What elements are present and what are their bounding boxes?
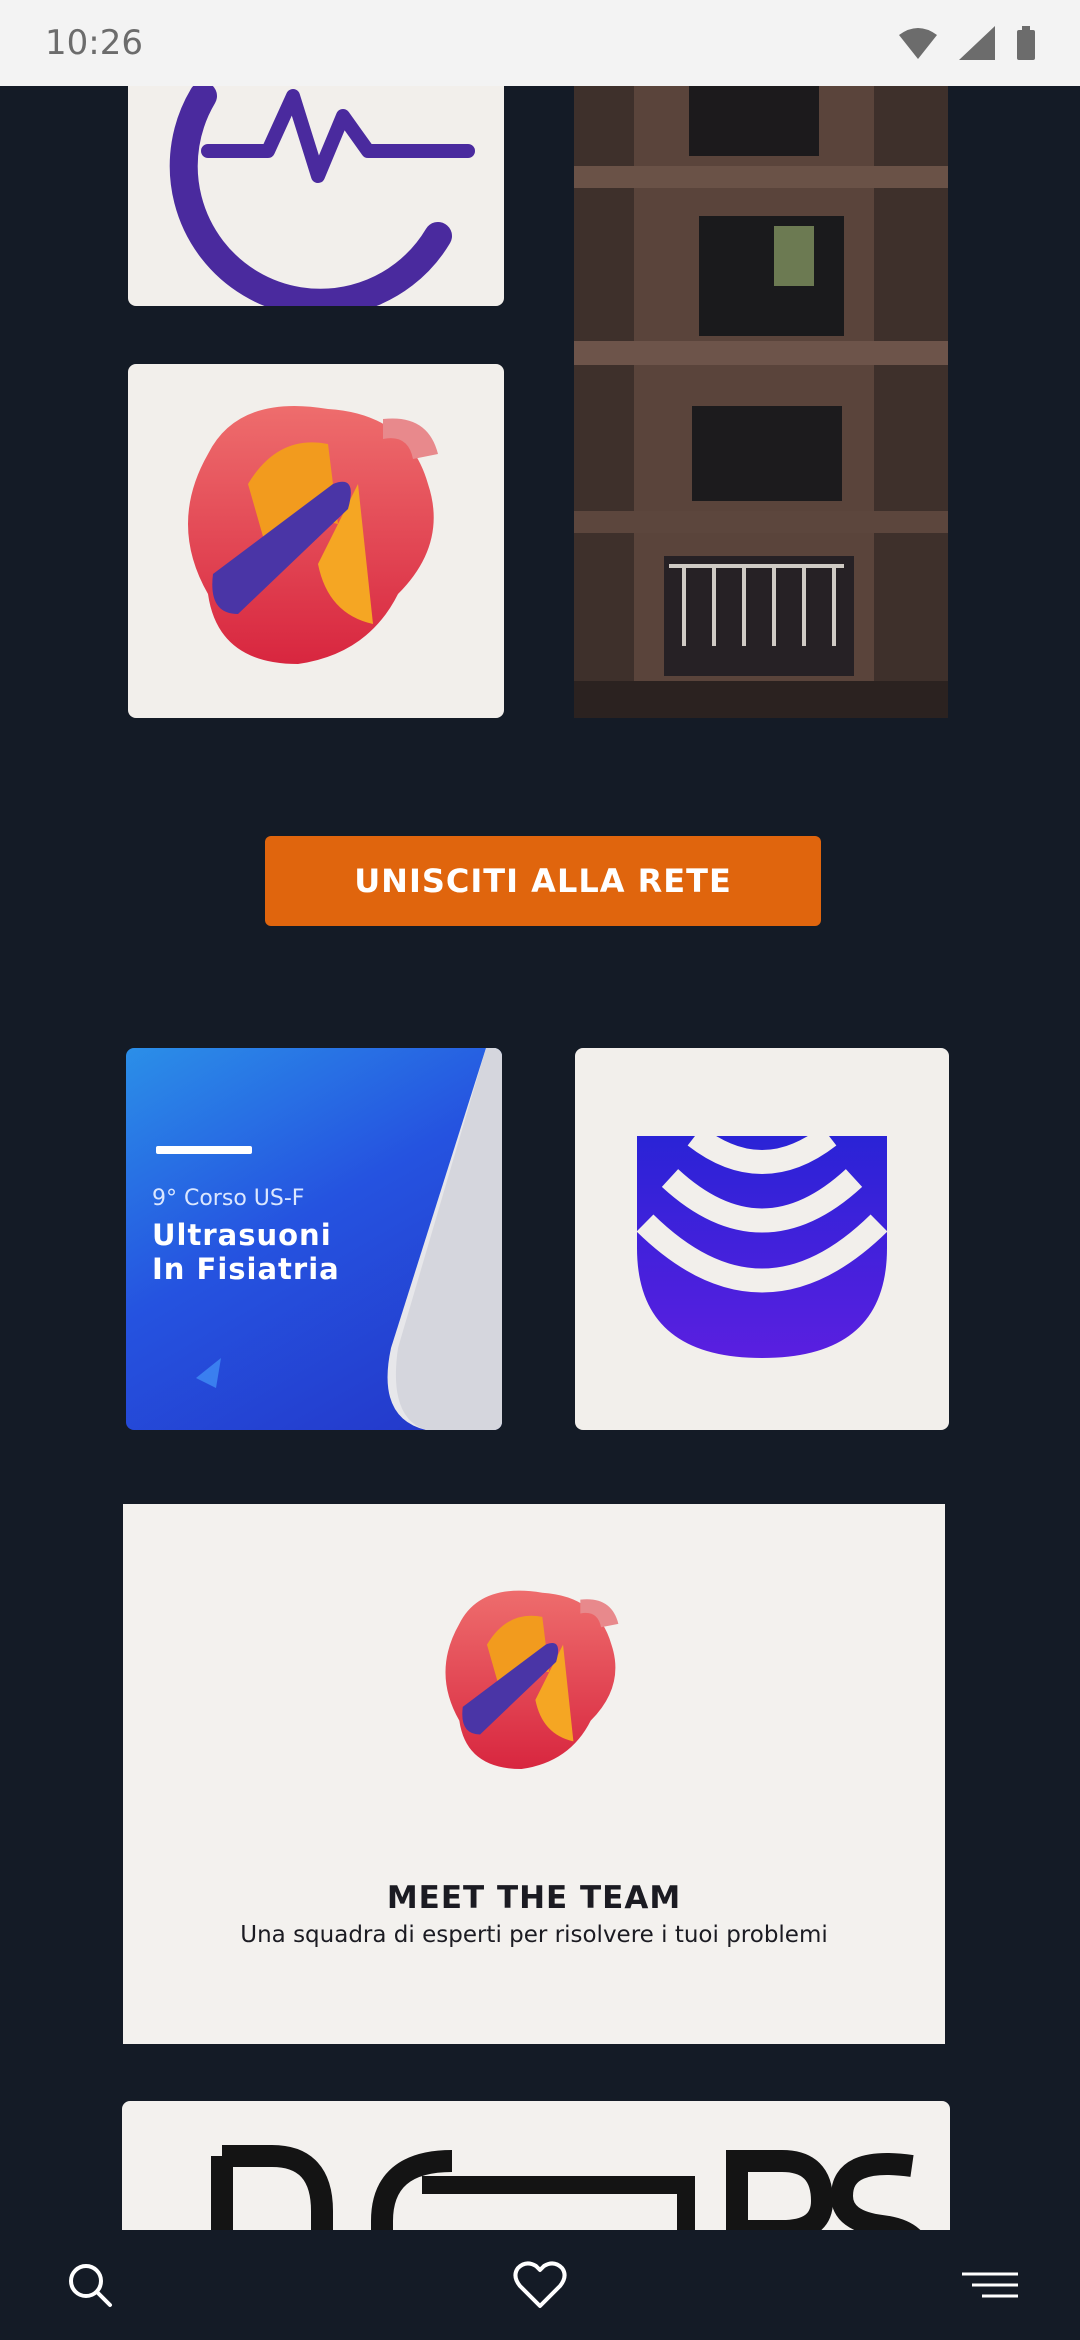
team-title: MEET THE TEAM xyxy=(386,1880,682,1916)
battery-icon xyxy=(1017,26,1035,60)
menu-button[interactable] xyxy=(955,2250,1025,2320)
menu-icon xyxy=(962,2272,1018,2298)
join-network-button[interactable]: UNISCITI ALLA RETE xyxy=(265,836,821,926)
docs-logo-card[interactable] xyxy=(122,2101,950,2230)
search-button[interactable] xyxy=(55,2250,125,2320)
status-bar: 10:26 xyxy=(0,0,1080,86)
ultrasound-photo xyxy=(196,1048,502,1430)
feed[interactable]: UNISCITI ALLA RETE 9° Corso US-F Ultrasu… xyxy=(0,86,1080,2230)
building-photo[interactable] xyxy=(574,86,948,718)
heart-icon xyxy=(513,2261,567,2308)
bottom-nav xyxy=(0,2230,1080,2340)
docs-logo xyxy=(211,2145,921,2230)
building-image xyxy=(574,86,948,718)
blob-logo-card[interactable] xyxy=(128,364,504,718)
ultrasound-logo-card[interactable] xyxy=(575,1048,949,1430)
team-subtitle: Una squadra di esperti per risolvere i t… xyxy=(240,1922,828,1948)
pulse-logo-icon xyxy=(169,86,475,306)
signal-icon xyxy=(959,26,995,60)
blob-logo-icon xyxy=(188,406,438,664)
team-logo-icon xyxy=(445,1590,619,1770)
course-card[interactable]: 9° Corso US-F Ultrasuoni In Fisiatria xyxy=(126,1048,502,1430)
status-icons xyxy=(899,26,1035,60)
search-icon xyxy=(69,2264,112,2307)
ultrasound-logo-icon xyxy=(636,1126,888,1358)
status-time: 10:26 xyxy=(45,23,143,63)
favorites-button[interactable] xyxy=(505,2250,575,2320)
wifi-icon xyxy=(899,28,937,59)
pulse-logo-card[interactable] xyxy=(128,86,504,306)
meet-the-team-card[interactable]: MEET THE TEAM Una squadra di esperti per… xyxy=(123,1504,945,2044)
